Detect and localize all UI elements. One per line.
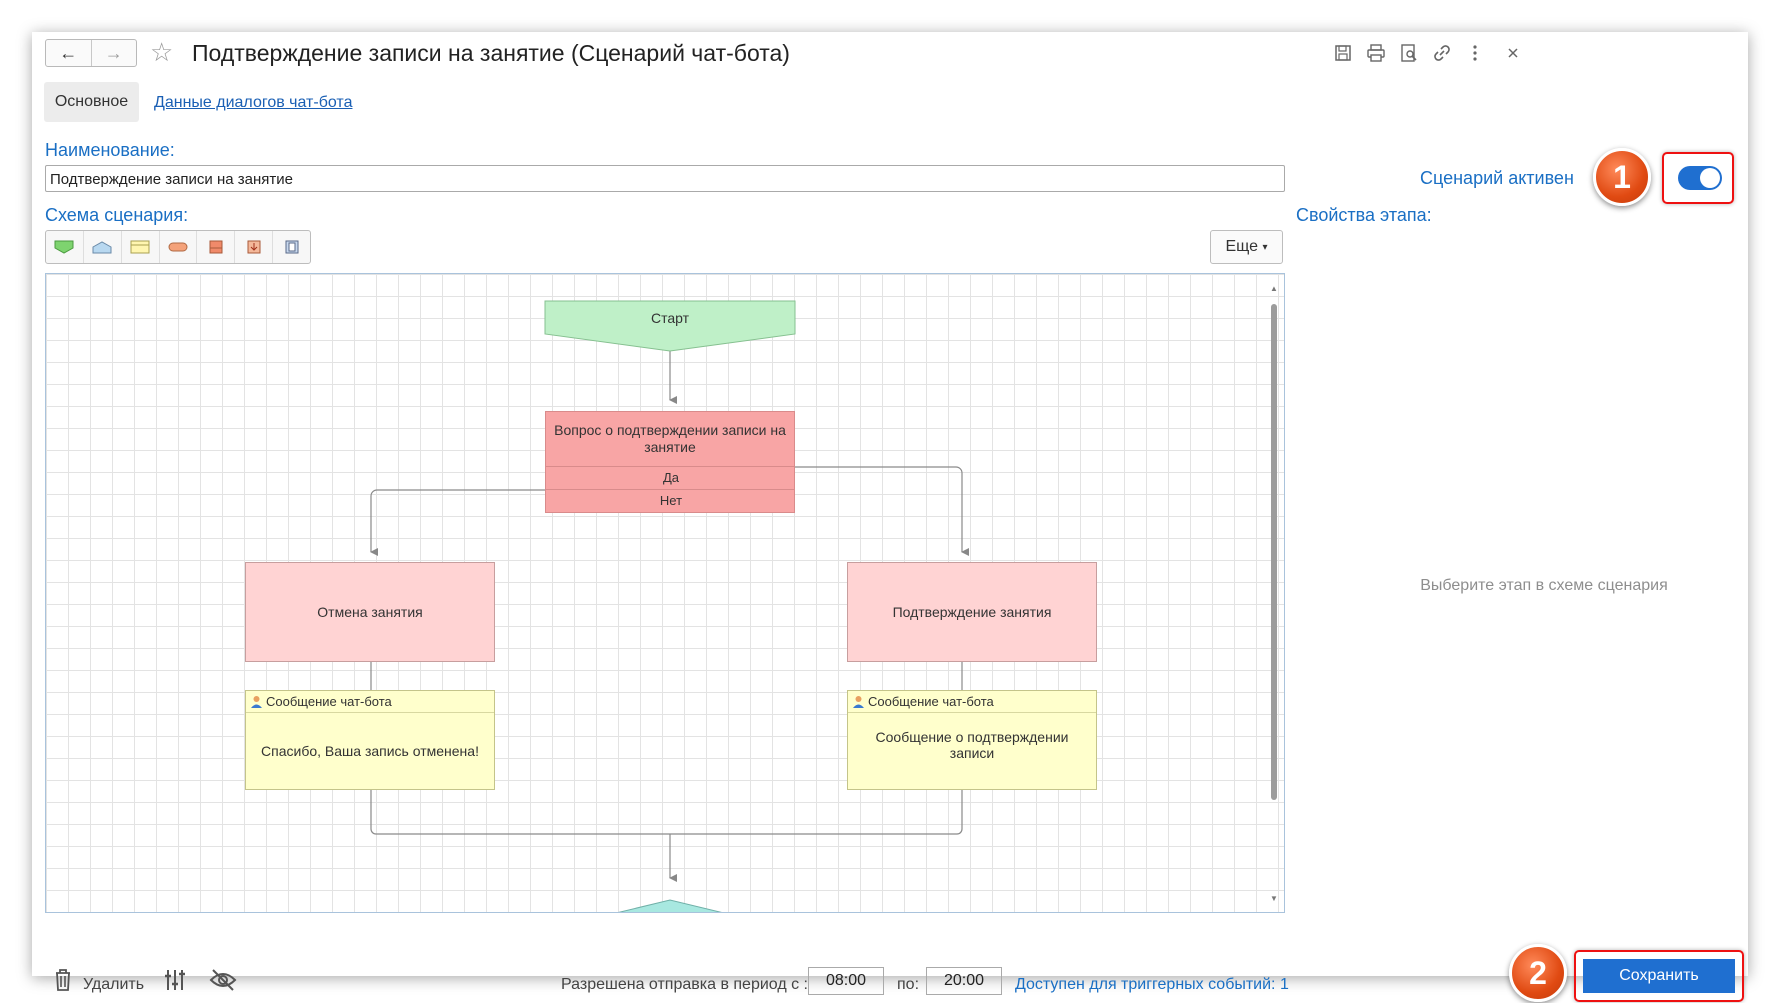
start-node-label: Старт <box>650 310 690 326</box>
delete-button[interactable]: Удалить <box>83 976 144 994</box>
name-input[interactable]: Подтверждение записи на занятие <box>45 165 1285 192</box>
start-node[interactable]: Старт <box>545 301 795 335</box>
message-header: Сообщение чат-бота <box>848 691 1096 713</box>
condition-shape-icon <box>247 240 261 254</box>
schema-label: Схема сценария: <box>45 205 189 225</box>
question-text: Вопрос о подтверждении записи на занятие <box>554 422 786 455</box>
message-header: Сообщение чат-бота <box>246 691 494 713</box>
confirm-step-node[interactable]: Подтверждение занятия <box>847 562 1097 662</box>
user-icon <box>251 696 262 708</box>
connectors <box>370 300 969 912</box>
to-label: по: <box>897 976 920 993</box>
confirm-step-label: Подтверждение занятия <box>892 604 1052 620</box>
add-start-button[interactable] <box>46 231 83 263</box>
preview-icon[interactable] <box>1398 42 1420 64</box>
arrow-right-icon: → <box>104 42 123 63</box>
history-nav: ← → <box>45 39 137 67</box>
settings-sliders-icon[interactable] <box>163 968 187 997</box>
add-group-button[interactable] <box>272 231 310 263</box>
add-question-button[interactable] <box>196 231 234 263</box>
triggers-link[interactable]: Доступен для триггерных событий: 1 <box>1015 976 1289 994</box>
toggle-knob <box>1700 168 1720 188</box>
start-shape-icon <box>54 240 74 254</box>
message-header-label: Сообщение чат-бота <box>868 693 994 709</box>
question-option-yes[interactable]: Да <box>546 466 794 489</box>
question-node[interactable]: Вопрос о подтверждении записи на занятие… <box>545 411 795 513</box>
message-header-label: Сообщение чат-бота <box>266 693 392 709</box>
print-icon[interactable] <box>1365 42 1387 64</box>
end-node-shape <box>618 899 722 912</box>
properties-placeholder: Выберите этап в схеме сценария <box>1420 577 1668 594</box>
time-from-input[interactable]: 08:00 <box>808 967 884 995</box>
user-icon <box>853 696 864 708</box>
scenario-canvas[interactable]: Старт Вопрос о подтверждении записи на з… <box>45 273 1285 913</box>
question-option-no[interactable]: Нет <box>546 489 794 512</box>
hide-icon[interactable] <box>209 968 237 997</box>
tab-chatbot-dialog-data[interactable]: Данные диалогов чат-бота <box>154 94 352 112</box>
message-shape-icon <box>130 240 150 254</box>
more-button[interactable]: Еще ▾ <box>1210 230 1283 264</box>
question-shape-icon <box>209 240 223 254</box>
cancel-step-label: Отмена занятия <box>317 604 423 620</box>
add-action-button[interactable] <box>158 231 197 263</box>
properties-label: Свойства этапа: <box>1296 205 1432 225</box>
save-button[interactable]: Сохранить <box>1583 959 1735 993</box>
time-to-input[interactable]: 20:00 <box>926 967 1002 995</box>
annotation-badge-2: 2 <box>1509 944 1567 1002</box>
scrollbar-thumb[interactable] <box>1271 304 1277 800</box>
period-label: Разрешена отправка в период с : <box>561 976 808 993</box>
schema-toolbar <box>45 230 311 264</box>
message-body: Сообщение о подтверждении записи <box>875 729 1069 761</box>
add-condition-button[interactable] <box>234 231 272 263</box>
page-title: Подтверждение записи на занятие (Сценари… <box>192 40 790 66</box>
message-node-cancel[interactable]: Сообщение чат-бота Спасибо, Ваша запись … <box>245 690 495 790</box>
save-icon[interactable] <box>1332 42 1354 64</box>
tab-main[interactable]: Основное <box>44 82 139 122</box>
add-end-button[interactable] <box>82 231 121 263</box>
arrow-left-icon: ← <box>59 42 78 63</box>
more-vertical-icon[interactable] <box>1464 42 1486 64</box>
message-node-confirm[interactable]: Сообщение чат-бота Сообщение о подтвержд… <box>847 690 1097 790</box>
scroll-down-icon[interactable]: ▼ <box>1270 894 1278 903</box>
active-toggle[interactable] <box>1678 166 1722 190</box>
group-shape-icon <box>285 240 299 254</box>
message-body: Спасибо, Ваша запись отменена! <box>261 743 479 759</box>
form-window: ← → ☆ Подтверждение записи на занятие (С… <box>32 32 1748 1002</box>
back-button[interactable]: ← <box>46 40 91 66</box>
name-label: Наименование: <box>45 140 175 160</box>
action-shape-icon <box>168 242 188 252</box>
star-icon[interactable]: ☆ <box>150 38 173 66</box>
chevron-down-icon: ▾ <box>1262 241 1268 253</box>
active-label: Сценарий активен <box>1420 168 1574 188</box>
scroll-up-icon[interactable]: ▲ <box>1270 284 1278 293</box>
canvas-scrollbar[interactable]: ▲ ▼ <box>1269 284 1279 904</box>
link-icon[interactable] <box>1431 42 1453 64</box>
add-message-button[interactable] <box>120 231 159 263</box>
cancel-step-node[interactable]: Отмена занятия <box>245 562 495 662</box>
annotation-badge-1: 1 <box>1593 148 1651 206</box>
trash-icon[interactable] <box>50 966 76 994</box>
close-icon[interactable] <box>1502 42 1524 64</box>
end-shape-icon <box>92 241 112 254</box>
forward-button[interactable]: → <box>90 40 137 66</box>
